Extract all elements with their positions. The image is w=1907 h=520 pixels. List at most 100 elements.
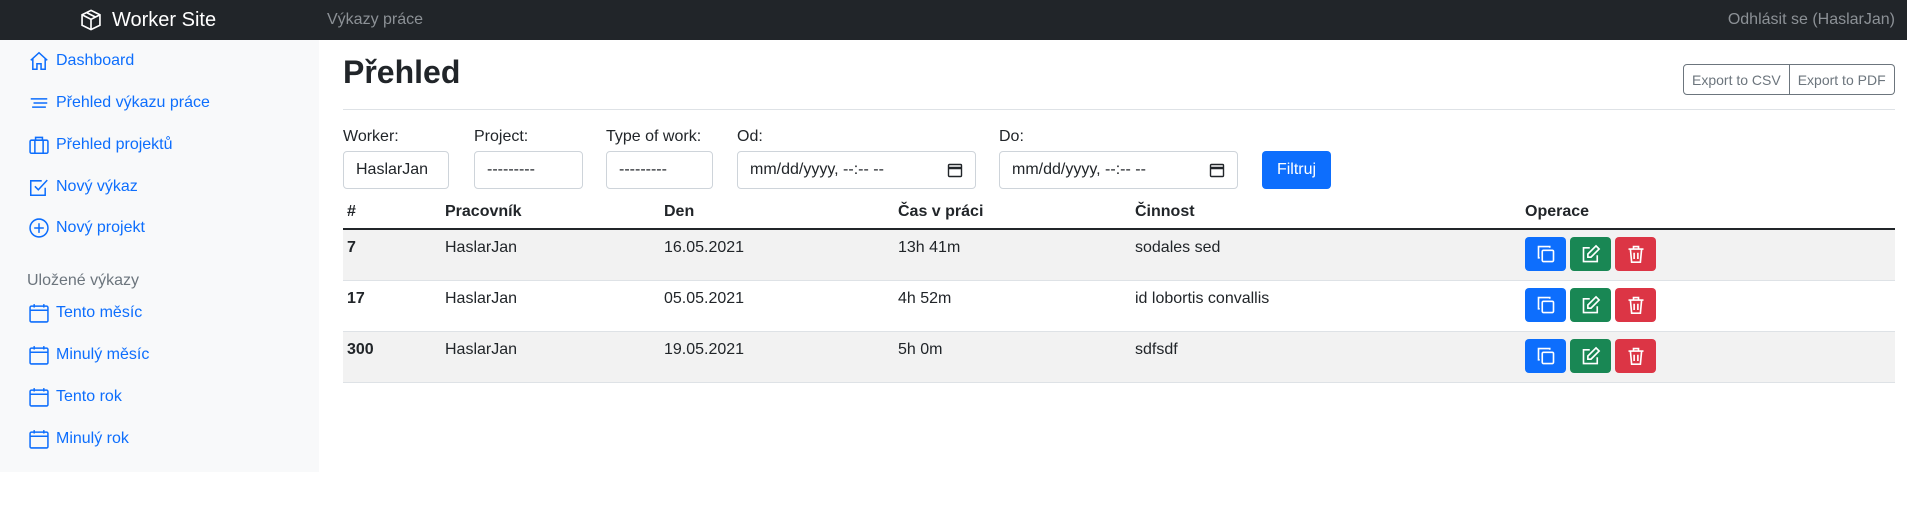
copy-button[interactable]	[1525, 237, 1566, 271]
cell-worker: HaslarJan	[441, 229, 660, 281]
briefcase-icon	[29, 136, 49, 155]
calendar-icon	[29, 346, 49, 365]
sidebar-item-last-year[interactable]: Minulý rok	[28, 428, 129, 450]
od-datetime-input[interactable]: mm/dd/yyyy, --:-- --	[737, 151, 976, 189]
column-header-day: Den	[660, 196, 894, 230]
type-of-work-select[interactable]: ---------	[606, 151, 713, 189]
plus-circle-icon	[29, 218, 49, 238]
sidebar-item-this-year[interactable]: Tento rok	[28, 386, 122, 408]
cell-worker: HaslarJan	[441, 331, 660, 383]
sidebar-item-projects[interactable]: Přehled projektů	[28, 134, 173, 156]
sidebar: Dashboard Přehled výkazu práce Přehled p…	[0, 40, 319, 472]
sidebar-item-label: Minulý měsíc	[56, 346, 150, 363]
export-button-group: Export to CSV Export to PDF	[1683, 64, 1895, 95]
cell-activity: sdfsdf	[1131, 331, 1521, 383]
filter-submit-button[interactable]: Filtruj	[1262, 151, 1331, 189]
sidebar-item-last-month[interactable]: Minulý měsíc	[28, 344, 149, 366]
navbar-title: Výkazy práce	[327, 11, 424, 28]
cell-day: 05.05.2021	[660, 280, 894, 332]
cell-id: 17	[343, 280, 441, 332]
column-header-operations: Operace	[1521, 196, 1895, 230]
sidebar-item-timesheets[interactable]: Přehled výkazu práce	[28, 92, 210, 114]
cell-day: 16.05.2021	[660, 229, 894, 281]
trash-icon	[1628, 245, 1643, 263]
copy-button[interactable]	[1525, 287, 1566, 322]
calendar-icon	[29, 388, 49, 407]
copy-icon	[1537, 296, 1554, 313]
cell-operations	[1521, 280, 1895, 332]
cell-id: 300	[343, 331, 441, 383]
sidebar-item-label: Dashboard	[56, 52, 135, 69]
copy-icon	[1537, 245, 1554, 263]
sidebar-item-this-month[interactable]: Tento měsíc	[28, 302, 142, 324]
calendar-icon	[29, 430, 49, 449]
table-row: 17 HaslarJan 05.05.2021 4h 52m id lobort…	[343, 280, 1895, 332]
sidebar-item-dashboard[interactable]: Dashboard	[28, 50, 134, 72]
sidebar-item-label: Přehled výkazu práce	[56, 94, 210, 111]
do-datetime-value: mm/dd/yyyy, --:-- --	[1012, 161, 1146, 178]
cell-operations	[1521, 229, 1895, 281]
edit-icon	[1582, 346, 1600, 364]
lines-icon	[30, 98, 48, 108]
do-filter: Do: mm/dd/yyyy, --:-- --	[999, 128, 1238, 189]
sidebar-item-new-report[interactable]: Nový výkaz	[28, 176, 138, 198]
brand-link[interactable]: Worker Site	[80, 0, 216, 40]
cell-day: 19.05.2021	[660, 331, 894, 383]
column-header-time: Čas v práci	[894, 196, 1131, 230]
edit-button[interactable]	[1570, 237, 1611, 271]
delete-button[interactable]	[1615, 338, 1656, 373]
check-square-icon	[29, 179, 48, 197]
copy-button[interactable]	[1525, 338, 1566, 373]
export-csv-button[interactable]: Export to CSV	[1683, 64, 1790, 95]
saved-reports-heading: Uložené výkazy	[27, 272, 140, 289]
column-header-worker: Pracovník	[441, 196, 660, 230]
column-header-activity: Činnost	[1131, 196, 1521, 230]
worker-select[interactable]: HaslarJan	[343, 151, 449, 189]
export-pdf-button[interactable]: Export to PDF	[1789, 64, 1895, 95]
sidebar-item-label: Přehled projektů	[56, 136, 173, 153]
sidebar-item-label: Nový výkaz	[56, 178, 138, 195]
cell-time: 5h 0m	[894, 331, 1131, 383]
top-navbar: Worker Site Výkazy práce Odhlásit se (Ha…	[0, 0, 1907, 40]
delete-button[interactable]	[1615, 237, 1656, 271]
calendar-icon[interactable]	[1209, 162, 1225, 178]
sidebar-item-label: Nový projekt	[56, 219, 145, 236]
sidebar-item-label: Minulý rok	[56, 430, 129, 447]
column-header-id: #	[343, 196, 441, 230]
house-icon	[30, 51, 48, 71]
cell-operations	[1521, 331, 1895, 383]
type-of-work-label: Type of work:	[606, 128, 702, 145]
edit-button[interactable]	[1570, 287, 1611, 322]
cell-activity: sodales sed	[1131, 229, 1521, 281]
project-label: Project:	[474, 128, 529, 145]
timesheet-table: # Pracovník Den Čas v práci Činnost Oper…	[343, 196, 1895, 383]
sidebar-item-new-project[interactable]: Nový projekt	[28, 217, 145, 239]
logout-link[interactable]: Odhlásit se (HaslarJan)	[1728, 11, 1895, 29]
calendar-icon	[29, 304, 49, 323]
cell-worker: HaslarJan	[441, 280, 660, 332]
table-row: 7 HaslarJan 16.05.2021 13h 41m sodales s…	[343, 229, 1895, 281]
worker-label: Worker:	[343, 128, 399, 145]
edit-button[interactable]	[1570, 338, 1611, 373]
divider	[343, 109, 1895, 110]
cell-time: 13h 41m	[894, 229, 1131, 281]
project-select[interactable]: ---------	[474, 151, 583, 189]
calendar-icon[interactable]	[947, 162, 963, 178]
cell-time: 4h 52m	[894, 280, 1131, 332]
trash-icon	[1628, 296, 1643, 314]
do-datetime-input[interactable]: mm/dd/yyyy, --:-- --	[999, 151, 1238, 189]
table-header-row: # Pracovník Den Čas v práci Činnost Oper…	[343, 196, 1895, 230]
od-filter: Od: mm/dd/yyyy, --:-- --	[737, 128, 976, 189]
page-title: Přehled	[343, 54, 461, 90]
copy-icon	[1537, 347, 1554, 364]
cell-id: 7	[343, 229, 441, 281]
box-icon	[81, 9, 101, 31]
brand-name: Worker Site	[112, 8, 217, 31]
do-label: Do:	[999, 128, 1024, 145]
edit-icon	[1582, 244, 1600, 263]
delete-button[interactable]	[1615, 287, 1656, 322]
project-filter: Project: ---------	[474, 128, 583, 189]
type-of-work-filter: Type of work: ---------	[606, 128, 713, 189]
trash-icon	[1628, 347, 1643, 365]
cell-activity: id lobortis convallis	[1131, 280, 1521, 332]
